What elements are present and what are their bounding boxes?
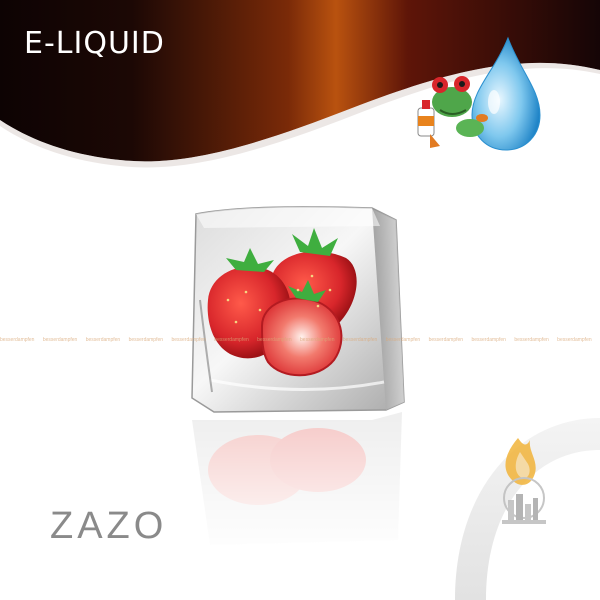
flame-city-logo-icon [502, 438, 546, 524]
product-image: E-LIQUID besserdampfen besserdampfen bes… [0, 0, 600, 600]
